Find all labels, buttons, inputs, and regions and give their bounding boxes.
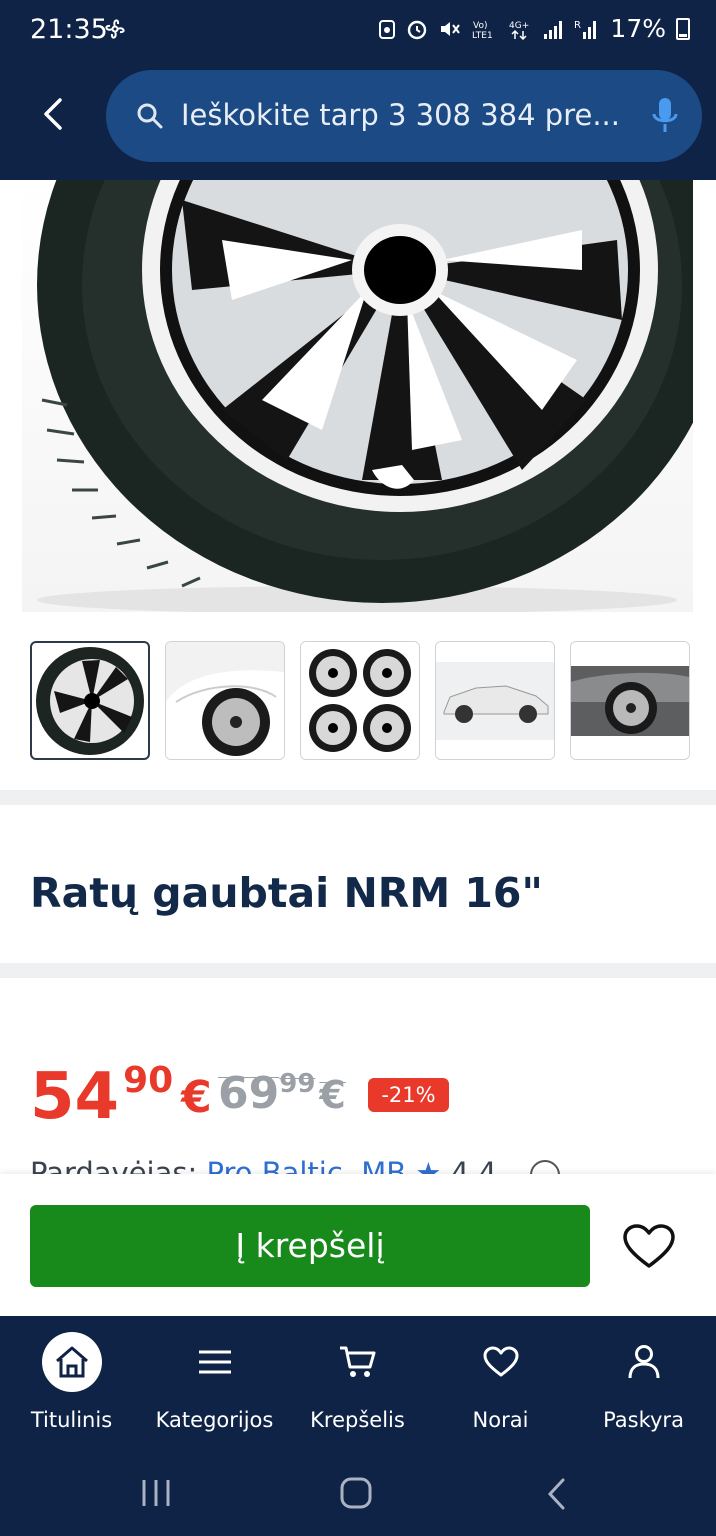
thumbnail-5[interactable]	[570, 641, 690, 760]
nav-home[interactable]: Titulinis	[0, 1316, 143, 1456]
nav-account[interactable]: Paskyra	[572, 1316, 715, 1456]
thumbnail-4[interactable]	[435, 641, 555, 760]
home-icon	[41, 1332, 102, 1392]
search-bar[interactable]: Ieškokite tarp 3 308 384 pre...	[106, 70, 702, 162]
menu-icon	[185, 1332, 245, 1392]
nav-wishlist[interactable]: Norai	[429, 1316, 572, 1456]
product-title: Ratų gaubtai NRM 16"	[30, 869, 543, 917]
battery-icon	[676, 17, 690, 40]
home-button-icon[interactable]	[340, 1477, 372, 1509]
price-currency: €	[181, 1072, 212, 1123]
status-bar: 21:35 Vo) LTE1 4G+ R 17%	[0, 0, 716, 62]
nav-label-home: Titulinis	[30, 1408, 113, 1432]
nav-categories[interactable]: Kategorijos	[143, 1316, 286, 1456]
product-main-image[interactable]	[22, 180, 693, 612]
bottom-navigation: Titulinis Kategorijos Krepšelis Norai Pa…	[0, 1316, 716, 1456]
price-integer: 54	[30, 1060, 120, 1134]
old-price-integer: 69	[218, 1068, 280, 1119]
price-card: 54 90 € 6999 € -21% Pardavėjas: Pro Baltic,…	[0, 978, 716, 1198]
alarm-icon	[408, 20, 427, 39]
heart-icon	[471, 1332, 531, 1392]
recent-apps-icon[interactable]	[140, 1478, 172, 1508]
back-button[interactable]	[34, 92, 74, 136]
price-decimal: 90	[123, 1060, 174, 1101]
signal-roaming-icon: R	[574, 20, 597, 39]
battery-percent: 17%	[610, 14, 666, 43]
user-icon	[614, 1332, 674, 1392]
wishlist-heart-icon[interactable]	[622, 1224, 676, 1270]
system-navigation	[0, 1456, 716, 1536]
cart-icon	[328, 1332, 388, 1392]
nav-label-cart: Krepšelis	[310, 1408, 405, 1432]
nav-label-categories: Kategorijos	[155, 1408, 274, 1432]
product-gallery	[0, 180, 716, 790]
svg-text:Vo): Vo)	[473, 21, 487, 31]
status-icons: Vo) LTE1 4G+ R 17%	[378, 14, 690, 43]
search-input[interactable]: Ieškokite tarp 3 308 384 pre...	[181, 98, 621, 132]
add-to-cart-button[interactable]: Į krepšelį	[30, 1205, 590, 1287]
svg-text:R: R	[574, 20, 581, 31]
4g-icon: 4G+	[509, 21, 530, 40]
thumbnail-strip	[30, 641, 690, 760]
app-header: 21:35 Vo) LTE1 4G+ R 17% Ieškokite tarp …	[0, 0, 716, 180]
current-price: 54 90 €	[30, 1060, 212, 1134]
old-price-decimal: 99	[279, 1069, 316, 1099]
microphone-icon[interactable]	[650, 96, 680, 136]
system-back-icon[interactable]	[545, 1478, 569, 1510]
thumbnail-1[interactable]	[30, 641, 150, 760]
product-title-card: Ratų gaubtai NRM 16"	[0, 805, 716, 963]
old-price: 6999 €	[218, 1068, 346, 1119]
svg-text:4G+: 4G+	[509, 21, 529, 31]
notification-icon	[379, 19, 396, 39]
nav-label-wishlist: Norai	[472, 1408, 529, 1432]
search-icon	[137, 103, 163, 129]
thumbnail-2[interactable]	[165, 641, 285, 760]
nav-cart[interactable]: Krepšelis	[286, 1316, 429, 1456]
status-time: 21:35	[30, 14, 108, 45]
volte-icon: Vo)LTE1	[472, 21, 493, 40]
action-bar: Į krepšelį	[0, 1174, 716, 1316]
svg-text:LTE1: LTE1	[472, 31, 493, 40]
discount-badge: -21%	[368, 1078, 449, 1112]
old-price-currency: €	[319, 1073, 346, 1117]
nav-label-account: Paskyra	[603, 1408, 684, 1432]
thumbnail-3[interactable]	[300, 641, 420, 760]
signal-icon	[544, 20, 563, 39]
fan-icon	[105, 19, 125, 39]
mute-icon	[441, 21, 461, 36]
